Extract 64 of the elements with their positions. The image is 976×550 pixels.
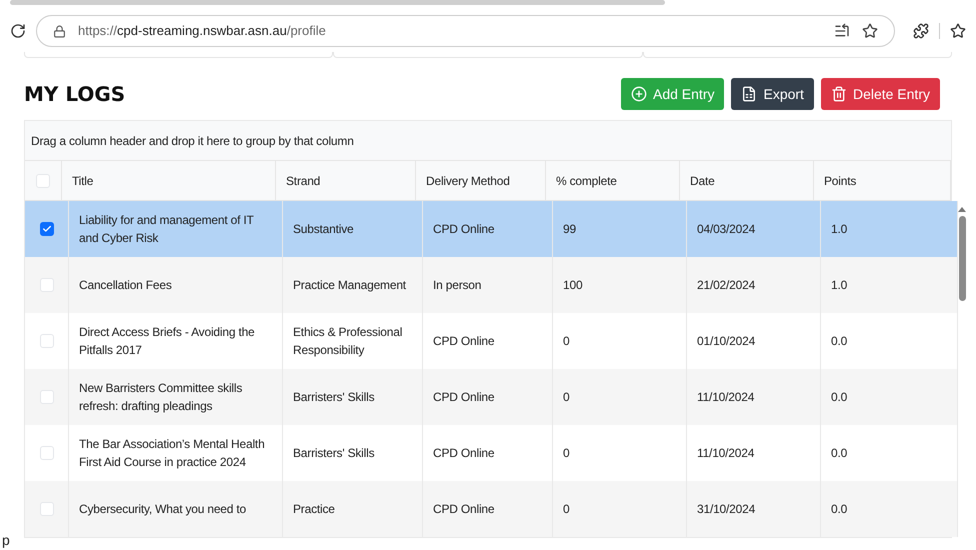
star-icon[interactable] xyxy=(862,23,878,39)
table-cell-text: 0 xyxy=(563,389,570,406)
extensions-icon[interactable] xyxy=(913,23,929,39)
table-cell-text: 04/03/2024 xyxy=(697,221,756,238)
table-cell-text: 0 xyxy=(563,445,570,462)
check-icon xyxy=(42,224,52,234)
trash-icon xyxy=(830,86,847,102)
table-cell-text: Cybersecurity, What you need to xyxy=(79,501,246,518)
table-cell-text: Cancellation Fees xyxy=(79,277,172,294)
table-cell-text: 0.0 xyxy=(831,333,848,350)
table-cell-text: 0 xyxy=(563,501,570,518)
url-text: https://cpd-streaming.nswbar.asn.au/profile xyxy=(78,22,327,40)
table-cell-text: The Bar Association’s Mental Health First Aid Course in practice 2024 xyxy=(79,436,266,471)
table-cell-text: 11/10/2024 xyxy=(697,445,754,462)
lock-icon xyxy=(53,24,66,38)
table-cell-text: Practice Management xyxy=(293,277,406,294)
reload-icon[interactable] xyxy=(10,23,26,39)
table-cell-text: In person xyxy=(433,277,482,294)
table-cell-text: Ethics & Professional Responsibility xyxy=(293,324,404,359)
table-cell-text: 1.0 xyxy=(831,221,848,238)
table-cell-text: Direct Access Briefs - Avoiding the Pitfalls 2017 xyxy=(79,324,256,359)
table-cell-text: 1.0 xyxy=(831,277,848,294)
table-cell-text: CPD Online xyxy=(433,333,494,350)
table-cell-text: Liability for and management of IT and Cyber Risk xyxy=(79,212,254,247)
read-aloud-icon[interactable] xyxy=(834,23,850,39)
table-cell-text: CPD Online xyxy=(433,389,494,406)
table-cell-text: 0.0 xyxy=(831,389,848,406)
table-cell-text: 11/10/2024 xyxy=(697,389,754,406)
column-header[interactable]: Title xyxy=(62,161,276,200)
table-cell-text: 99 xyxy=(563,221,576,238)
column-header[interactable]: Strand xyxy=(276,161,416,200)
column-header[interactable]: % complete xyxy=(546,161,680,200)
column-header[interactable]: Points xyxy=(814,161,951,200)
table-cell-text: CPD Online xyxy=(433,445,494,462)
table-cell-text: Barristers' Skills xyxy=(293,389,374,406)
column-header[interactable]: Date xyxy=(680,161,814,200)
column-header[interactable]: Delivery Method xyxy=(416,161,546,200)
export-button[interactable]: Export xyxy=(731,78,814,110)
table-cell-text: 0.0 xyxy=(831,501,848,518)
favorites-icon[interactable] xyxy=(950,23,966,39)
table-cell-text: Substantive xyxy=(293,221,354,238)
group-hint: Drag a column header and drop it here to group by that column xyxy=(31,132,354,150)
text-fragment: p xyxy=(2,531,10,550)
table-cell-text: Practice xyxy=(293,501,335,518)
table-cell-text: 100 xyxy=(563,277,582,294)
address-bar[interactable]: https://cpd-streaming.nswbar.asn.au/profile xyxy=(36,15,895,47)
table-cell-text: CPD Online xyxy=(433,221,494,238)
delete-button[interactable]: Delete Entry xyxy=(820,78,940,110)
plus-circle-icon xyxy=(631,86,647,102)
table-row[interactable]: Liability for and management of IT and Cyber Risk Substantive CPD Online 99 04/03/2024 1.0 xyxy=(25,201,958,257)
table-cell-text: CPD Online xyxy=(433,501,494,518)
table-cell-text: 31/10/2024 xyxy=(697,501,756,518)
row-checkbox[interactable] xyxy=(40,222,54,236)
page-title: MY LOGS xyxy=(24,81,126,108)
table-cell-text: New Barristers Committee skills refresh: drafting pleadings xyxy=(79,380,244,415)
table-row[interactable]: New Barristers Committee skills refresh: drafting pleadings Barristers' Skills CPD Online 0 11/10/2024 0.0 xyxy=(25,369,958,425)
table-cell-text: 01/10/2024 xyxy=(697,333,756,350)
table-row[interactable]: Cybersecurity, What you need to Practice CPD Online 0 31/10/2024 0.0 xyxy=(25,481,958,537)
table-row[interactable]: Cancellation Fees Practice Management In person 100 21/02/2024 1.0 xyxy=(25,257,958,313)
table-cell-text: 0.0 xyxy=(831,445,848,462)
spreadsheet-file-icon xyxy=(741,86,758,102)
table-cell-text: 21/02/2024 xyxy=(697,277,756,294)
table-cell-text: 0 xyxy=(563,333,570,350)
table-cell-text: Barristers' Skills xyxy=(293,445,374,462)
